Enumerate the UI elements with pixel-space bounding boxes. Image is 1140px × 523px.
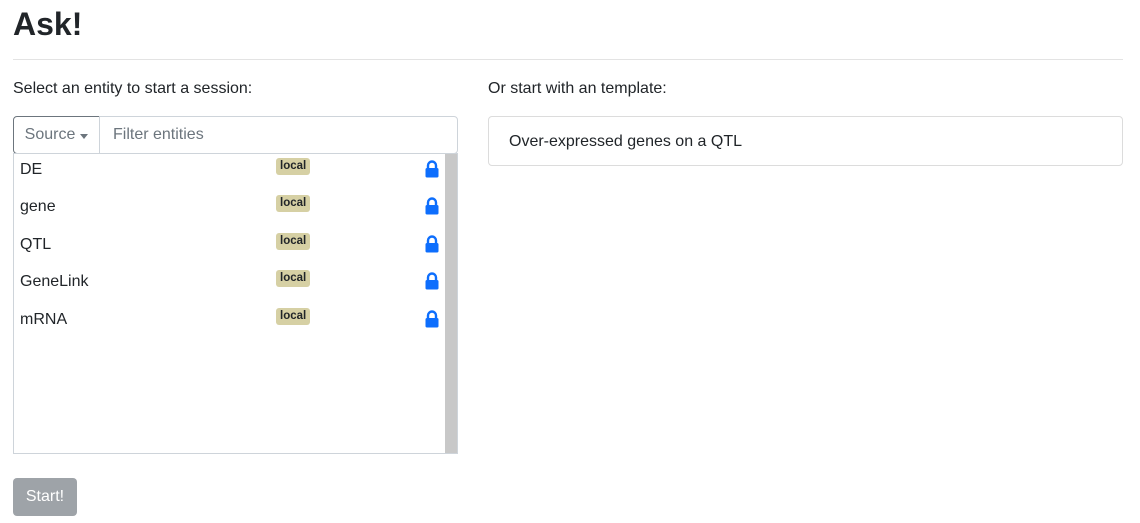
lock-icon — [425, 235, 439, 253]
entity-name: gene — [20, 198, 56, 215]
source-dropdown-button[interactable]: Source — [13, 116, 100, 154]
lock-icon — [425, 310, 439, 328]
local-badge: local — [276, 233, 311, 250]
entity-name: mRNA — [20, 311, 68, 328]
entity-item-de[interactable]: DE local — [14, 154, 446, 191]
entity-name: QTL — [20, 236, 52, 253]
entity-name: GeneLink — [20, 273, 89, 290]
start-button[interactable]: Start! — [13, 478, 77, 516]
local-badge: local — [276, 308, 311, 325]
title-divider — [13, 59, 1123, 60]
entity-list-scrollbar[interactable] — [445, 154, 457, 453]
ask-page: Ask! Select an entity to start a session… — [0, 0, 1140, 523]
entity-list[interactable]: DE local gene local QTL local GeneLink l… — [13, 153, 458, 454]
caret-down-icon — [80, 133, 89, 139]
entity-item-genelink[interactable]: GeneLink local — [14, 266, 446, 303]
source-label: Source — [24, 126, 76, 143]
template-item[interactable]: Over-expressed genes on a QTL — [488, 116, 1123, 166]
lock-icon — [425, 197, 439, 215]
template-section-heading: Or start with an template: — [488, 80, 667, 97]
template-label: Over-expressed genes on a QTL — [509, 133, 743, 150]
lock-icon — [425, 272, 439, 290]
entity-item-gene[interactable]: gene local — [14, 191, 446, 228]
entity-name: DE — [20, 161, 43, 178]
local-badge: local — [276, 158, 311, 175]
page-title: Ask! — [13, 6, 83, 42]
entity-section-heading: Select an entity to start a session: — [13, 80, 253, 97]
filter-entities-input[interactable] — [99, 116, 458, 154]
local-badge: local — [276, 270, 311, 287]
lock-icon — [425, 160, 439, 178]
local-badge: local — [276, 195, 311, 212]
entity-item-qtl[interactable]: QTL local — [14, 229, 446, 266]
entity-item-mrna[interactable]: mRNA local — [14, 304, 446, 341]
